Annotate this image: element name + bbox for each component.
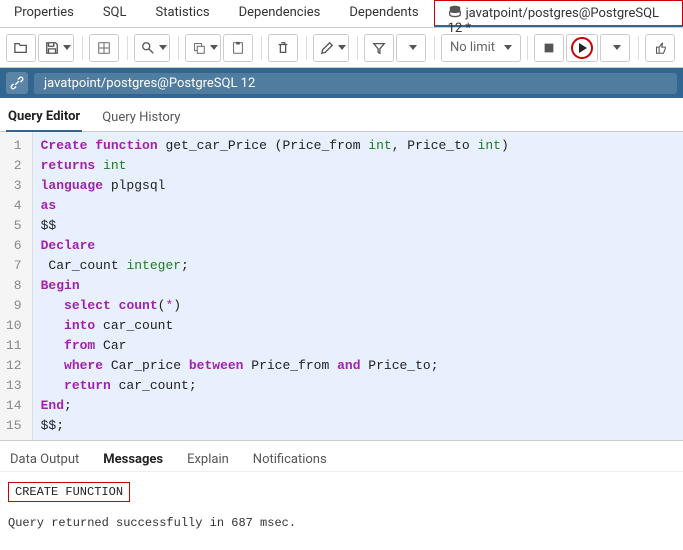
editor-tabs: Query Editor Query History [0, 98, 683, 132]
execute-dropdown-button[interactable] [600, 34, 630, 62]
tab-data-output[interactable]: Data Output [8, 448, 81, 471]
separator [638, 36, 639, 60]
separator [127, 36, 128, 60]
separator [178, 36, 179, 60]
stop-icon [542, 41, 556, 55]
copy-icon [192, 41, 206, 55]
caret-icon [504, 45, 512, 50]
execute-button[interactable] [566, 34, 598, 62]
save-button[interactable] [38, 34, 74, 62]
filter-button[interactable] [364, 34, 394, 62]
connection-bar: javatpoint/postgres@PostgreSQL 12 [0, 68, 683, 98]
tab-messages[interactable]: Messages [101, 448, 165, 471]
tab-explain[interactable]: Explain [185, 448, 231, 471]
caret-icon [210, 45, 218, 50]
copy-button[interactable] [185, 34, 221, 62]
separator [261, 36, 262, 60]
result-message: Query returned successfully in 687 msec. [8, 516, 675, 530]
filter-icon [372, 41, 386, 55]
limit-label: No limit [450, 40, 495, 55]
sql-editor[interactable]: 123456789101112131415 Create function ge… [0, 132, 683, 440]
tab-dependents[interactable]: Dependents [335, 0, 433, 27]
delete-button[interactable] [268, 34, 298, 62]
explain-button[interactable] [645, 34, 675, 62]
pencil-icon [320, 41, 334, 55]
tab-statistics[interactable]: Statistics [142, 0, 225, 27]
tab-dependencies[interactable]: Dependencies [225, 0, 336, 27]
top-tabs: Properties SQL Statistics Dependencies D… [0, 0, 683, 28]
search-button[interactable] [134, 34, 170, 62]
open-file-button[interactable] [6, 34, 36, 62]
grid-button[interactable] [89, 34, 119, 62]
caret-icon [63, 45, 71, 50]
gutter: 123456789101112131415 [0, 132, 33, 440]
tab-query-editor[interactable]: Query Editor [6, 103, 82, 132]
tab-connection[interactable]: javatpoint/postgres@PostgreSQL 12 * [434, 0, 683, 27]
edit-button[interactable] [313, 34, 349, 62]
separator [82, 36, 83, 60]
separator [527, 36, 528, 60]
tab-query-history[interactable]: Query History [100, 104, 182, 131]
caret-icon [159, 45, 167, 50]
paste-icon [231, 41, 245, 55]
connection-icon-button[interactable] [6, 72, 28, 94]
connection-text[interactable]: javatpoint/postgres@PostgreSQL 12 [34, 73, 677, 94]
thumbs-up-icon [653, 41, 667, 55]
caret-icon [613, 45, 621, 50]
play-icon [571, 37, 593, 59]
stop-button[interactable] [534, 34, 564, 62]
separator [357, 36, 358, 60]
code-area[interactable]: Create function get_car_Price (Price_fro… [33, 132, 683, 440]
output-tabs: Data Output Messages Explain Notificatio… [0, 440, 683, 472]
separator [306, 36, 307, 60]
grid-icon [97, 41, 111, 55]
database-icon [448, 5, 462, 19]
trash-icon [276, 41, 290, 55]
tab-sql[interactable]: SQL [89, 0, 142, 27]
caret-icon [338, 45, 346, 50]
tab-properties[interactable]: Properties [0, 0, 89, 27]
folder-open-icon [14, 41, 28, 55]
status-text: CREATE FUNCTION [8, 482, 130, 502]
save-icon [45, 41, 59, 55]
link-icon [10, 76, 24, 90]
toolbar: No limit [0, 28, 683, 68]
filter-dropdown-button[interactable] [396, 34, 426, 62]
separator [434, 36, 435, 60]
tab-notifications[interactable]: Notifications [251, 448, 329, 471]
caret-icon [409, 45, 417, 50]
output-panel: CREATE FUNCTION Query returned successfu… [0, 472, 683, 540]
limit-select[interactable]: No limit [441, 34, 521, 62]
paste-button[interactable] [223, 34, 253, 62]
search-icon [141, 41, 155, 55]
